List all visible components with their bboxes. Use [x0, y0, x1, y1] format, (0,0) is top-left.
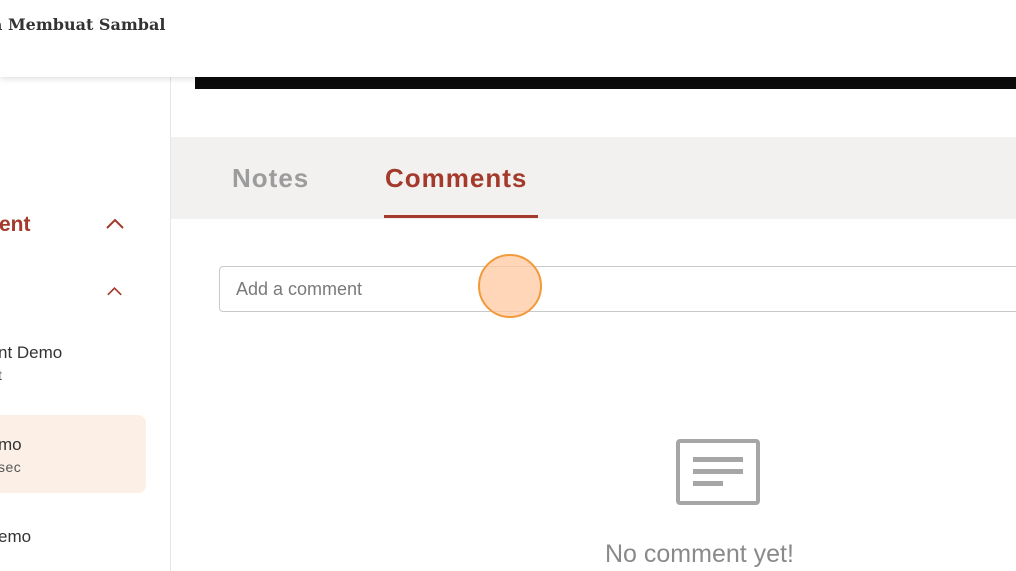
lesson-title: mo [0, 435, 22, 454]
lesson-duration: sec [0, 459, 22, 475]
lesson-title: nt Demo [0, 343, 63, 362]
sidebar-active-highlight [0, 415, 146, 493]
tab-notes[interactable]: Notes [232, 163, 309, 194]
lesson-duration: t [0, 367, 62, 383]
tab-comments[interactable]: Comments [385, 163, 527, 194]
top-header: a Membuat Sambal [0, 0, 1016, 77]
course-sidebar: tent nt Demo t mo sec emo [0, 77, 171, 571]
sidebar-lesson-item[interactable]: emo [0, 527, 31, 547]
video-player-edge [195, 77, 1016, 89]
document-lines-icon [676, 439, 760, 505]
sidebar-section-label[interactable]: tent [0, 213, 31, 237]
chevron-up-icon[interactable] [107, 287, 122, 296]
tab-bar: Notes Comments [171, 137, 1016, 219]
active-tab-underline [384, 215, 538, 218]
chevron-up-icon[interactable] [106, 219, 124, 229]
empty-state-message: No comment yet! [605, 540, 794, 568]
sidebar-lesson-item[interactable]: nt Demo t [0, 343, 62, 383]
comment-input[interactable] [219, 266, 1016, 312]
lesson-title: emo [0, 527, 32, 546]
sidebar-lesson-item-active[interactable]: mo sec [0, 435, 22, 475]
course-title: a Membuat Sambal [0, 15, 166, 34]
